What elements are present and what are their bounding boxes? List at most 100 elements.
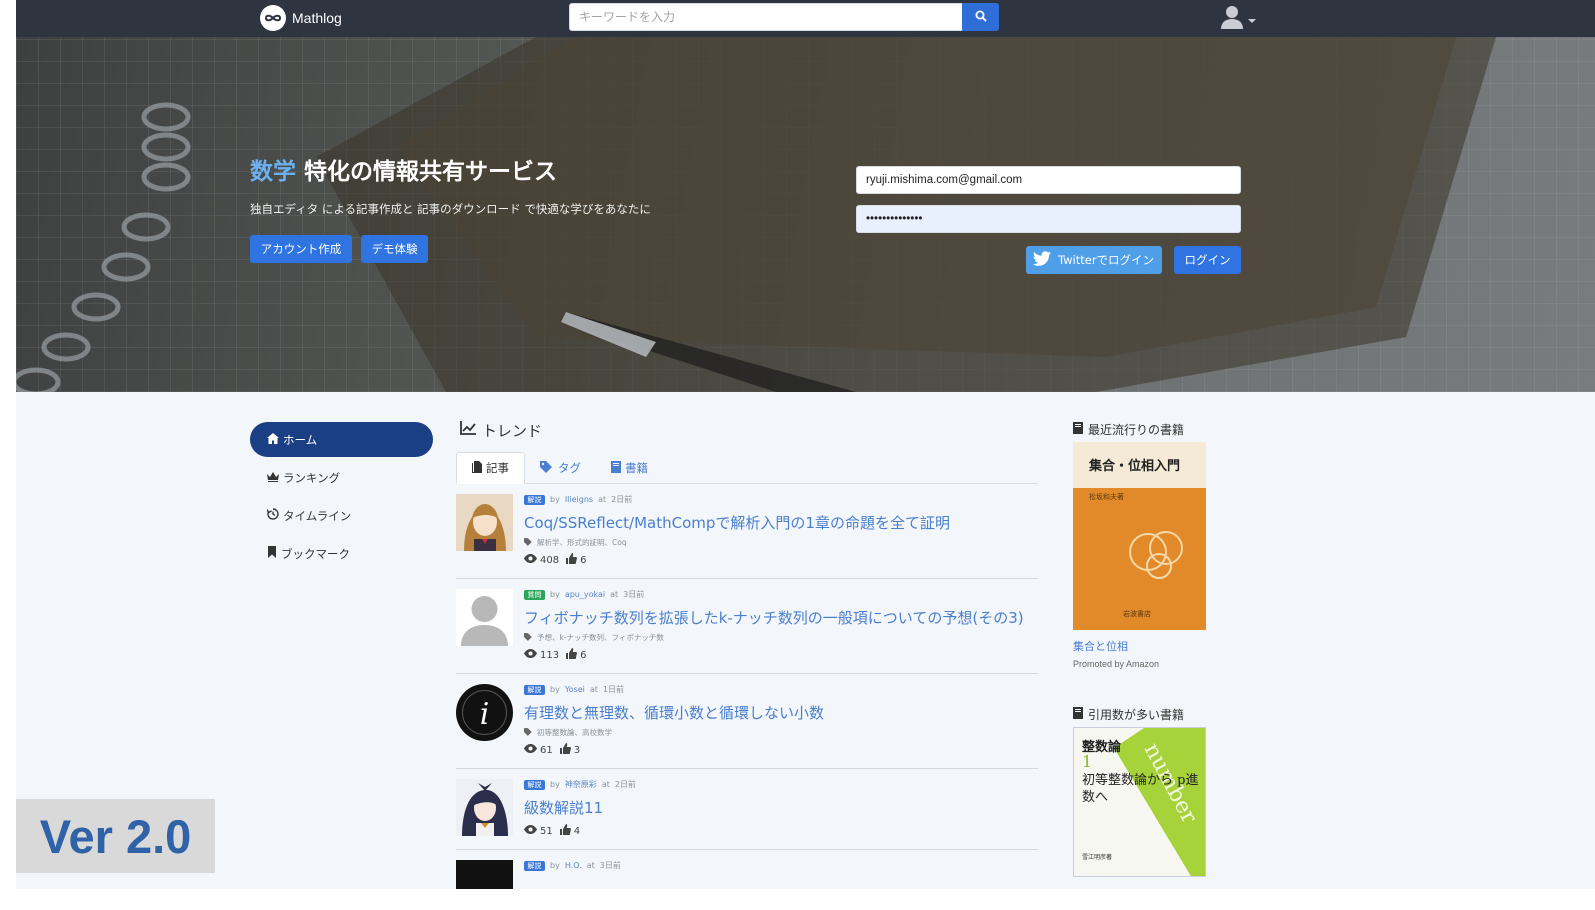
author-link[interactable]: Yosei xyxy=(565,685,585,694)
book-cover-number: 1 xyxy=(1082,752,1093,771)
sidebar-item-timeline[interactable]: タイムライン xyxy=(250,498,433,533)
tag-icon xyxy=(524,537,533,548)
article-item[interactable]: 質問 by apu_yokai at 3日前 フィボナッチ数列を拡張したk-ナッ… xyxy=(456,579,1038,674)
brand[interactable]: Mathlog xyxy=(260,5,342,31)
article-stats: 113 6 xyxy=(524,648,586,662)
book-cover-author: 松坂和夫著 xyxy=(1089,493,1124,501)
twitter-login-button[interactable]: Twitterでログイン xyxy=(1026,246,1162,274)
caret-down-icon xyxy=(1248,9,1256,28)
tag-list[interactable]: 予想、k-ナッチ数列、フィボナッチ数 xyxy=(537,632,664,643)
article-tags: 初等整数論、高校数学 xyxy=(524,727,612,738)
article-item[interactable]: 解説 by 神奈原彩 at 2日前 級数解説11 51 4 xyxy=(456,769,1038,850)
post-time: 3日前 xyxy=(623,590,645,599)
sidebar-item-ranking[interactable]: ランキング xyxy=(250,460,433,495)
book-icon xyxy=(611,460,621,476)
by-label: by xyxy=(550,685,560,694)
version-badge: Ver 2.0 xyxy=(16,799,215,873)
book-cover[interactable]: 集合・位相入門 松坂和夫著 岩波書店 xyxy=(1073,442,1206,630)
author-link[interactable]: Ilieigns xyxy=(565,495,593,504)
author-avatar[interactable] xyxy=(456,589,513,646)
eye-icon xyxy=(524,554,537,566)
article-tags: 解析学、形式的証明、Coq xyxy=(524,537,627,548)
article-meta: 解説 by H.O. at 3日前 xyxy=(524,860,621,871)
twitter-login-label: Twitterでログイン xyxy=(1058,253,1155,267)
trend-title: トレンド xyxy=(482,421,543,440)
book-cover[interactable]: number 整数論 1 初等整数論から p進数へ 雪江明彦著 xyxy=(1073,727,1206,877)
by-label: by xyxy=(550,780,560,789)
author-link[interactable]: H.O. xyxy=(565,861,582,870)
at-label: at xyxy=(598,495,607,504)
crown-icon xyxy=(267,471,279,485)
book-cover-author: 雪江明彦著 xyxy=(1082,854,1113,861)
article-type-badge: 解説 xyxy=(524,684,545,695)
like-count: 6 xyxy=(580,554,587,566)
book-cover-publisher: 岩波書店 xyxy=(1123,610,1151,618)
tag-list[interactable]: 解析学、形式的証明、Coq xyxy=(537,537,627,548)
sidebar-item-label: ランキング xyxy=(283,470,341,485)
article-type-badge: 解説 xyxy=(524,779,545,790)
sidebar-item-home[interactable]: ホーム xyxy=(250,422,433,457)
login-button[interactable]: ログイン xyxy=(1174,246,1241,274)
article-type-badge: 解説 xyxy=(524,860,545,871)
article-tags: 予想、k-ナッチ数列、フィボナッチ数 xyxy=(524,632,664,643)
at-label: at xyxy=(586,861,595,870)
author-avatar[interactable] xyxy=(456,860,513,889)
user-avatar-icon xyxy=(1219,3,1245,33)
tag-list[interactable]: 初等整数論、高校数学 xyxy=(537,727,612,738)
article-type-badge: 解説 xyxy=(524,494,545,505)
article-title[interactable]: 有理数と無理数、循環小数と循環しない小数 xyxy=(524,702,824,723)
demo-button[interactable]: デモ体験 xyxy=(361,235,428,263)
tab-label: 書籍 xyxy=(625,461,648,475)
article-meta: 解説 by Ilieigns at 2日前 xyxy=(524,494,632,505)
post-time: 2日前 xyxy=(611,495,633,504)
tab-tags[interactable]: タグ xyxy=(525,452,596,484)
svg-text:i: i xyxy=(480,697,490,732)
by-label: by xyxy=(550,495,560,504)
article-title[interactable]: Coq/SSReflect/MathCompで解析入門の1章の命題を全て証明 xyxy=(524,512,950,533)
article-title[interactable]: フィボナッチ数列を拡張したk-ナッチ数列の一般項についての予想(その3) xyxy=(524,607,1024,628)
author-avatar[interactable] xyxy=(456,494,513,551)
search-icon xyxy=(975,10,987,25)
article-item[interactable]: 解説 by Ilieigns at 2日前 Coq/SSReflect/Math… xyxy=(456,484,1038,579)
sidebar-item-bookmark[interactable]: ブックマーク xyxy=(250,536,433,571)
password-field[interactable] xyxy=(856,205,1241,233)
trend-heading: トレンド xyxy=(456,415,1038,445)
view-count: 61 xyxy=(540,744,553,756)
book-icon xyxy=(1073,706,1083,722)
email-field[interactable] xyxy=(856,166,1241,194)
chart-line-icon xyxy=(460,421,476,439)
book-title-link[interactable]: 集合と位相 xyxy=(1073,638,1233,654)
post-time: 3日前 xyxy=(599,861,621,870)
book-cover-title: 集合・位相入門 xyxy=(1089,459,1181,474)
article-item[interactable]: i 解説 by Yosei at 1日前 有理数と無理数、循環小数と循環しない小… xyxy=(456,674,1038,769)
user-menu-dropdown[interactable] xyxy=(1219,5,1261,31)
like-count: 6 xyxy=(580,649,587,661)
article-title[interactable]: 級数解説11 xyxy=(524,797,603,818)
eye-icon xyxy=(524,649,537,661)
article-item[interactable]: 解説 by H.O. at 3日前 xyxy=(456,850,1038,889)
twitter-icon xyxy=(1032,250,1052,270)
at-label: at xyxy=(610,590,619,599)
thumbs-up-icon xyxy=(559,824,571,838)
tab-label: 記事 xyxy=(486,461,509,475)
heading-label: 引用数が多い書籍 xyxy=(1088,707,1185,722)
author-avatar[interactable] xyxy=(456,779,513,836)
tab-books[interactable]: 書籍 xyxy=(596,452,663,484)
author-link[interactable]: 神奈原彩 xyxy=(565,779,597,790)
author-avatar[interactable]: i xyxy=(456,684,513,741)
tab-articles[interactable]: 記事 xyxy=(456,452,525,484)
search-input[interactable] xyxy=(569,3,963,31)
author-link[interactable]: apu_yokai xyxy=(565,590,605,599)
post-time: 1日前 xyxy=(602,685,624,694)
create-account-button[interactable]: アカウント作成 xyxy=(250,235,352,263)
view-count: 51 xyxy=(540,825,553,837)
search-button[interactable] xyxy=(962,3,999,31)
app-frame: Mathlog キーワードを入力 数学 特化の情報共有サービス 独自エディタ に… xyxy=(16,0,1595,889)
at-label: at xyxy=(589,685,598,694)
sidebar-nav: ホーム ランキング タイムライン ブックマーク xyxy=(250,422,433,574)
sidebar-item-label: タイムライン xyxy=(283,508,352,523)
trending-books-heading: 最近流行りの書籍 xyxy=(1073,420,1233,438)
bookmark-icon xyxy=(267,546,277,561)
thumbs-up-icon xyxy=(566,553,578,567)
article-stats: 51 4 xyxy=(524,824,580,838)
